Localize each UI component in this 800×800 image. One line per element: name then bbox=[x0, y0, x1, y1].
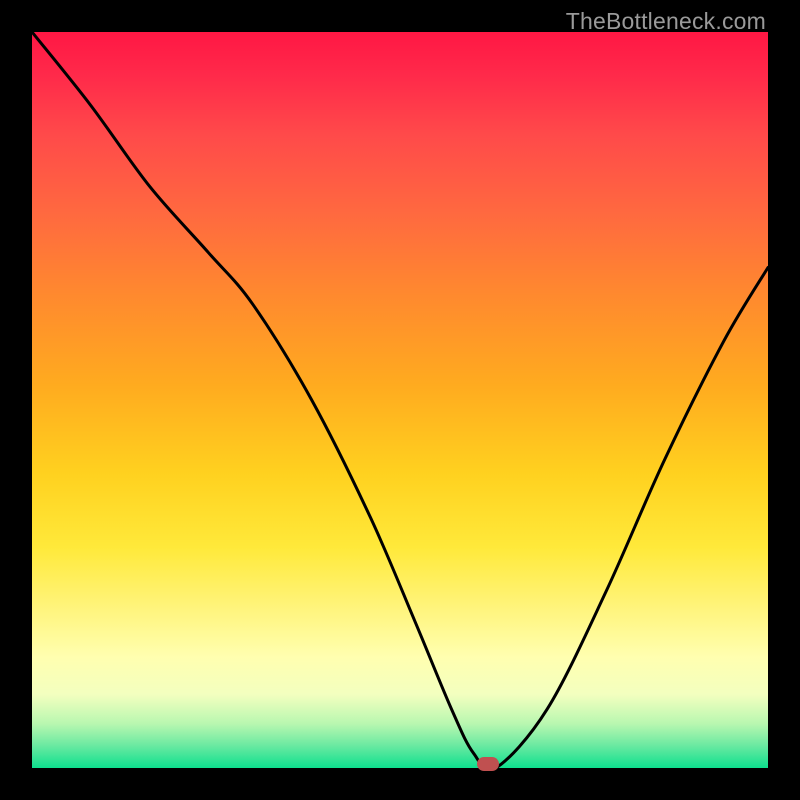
optimal-point-marker bbox=[477, 757, 499, 771]
attribution-label: TheBottleneck.com bbox=[566, 8, 766, 35]
plot-area bbox=[32, 32, 768, 768]
curve-svg bbox=[32, 32, 768, 768]
chart-frame: TheBottleneck.com bbox=[0, 0, 800, 800]
bottleneck-curve bbox=[32, 32, 768, 768]
